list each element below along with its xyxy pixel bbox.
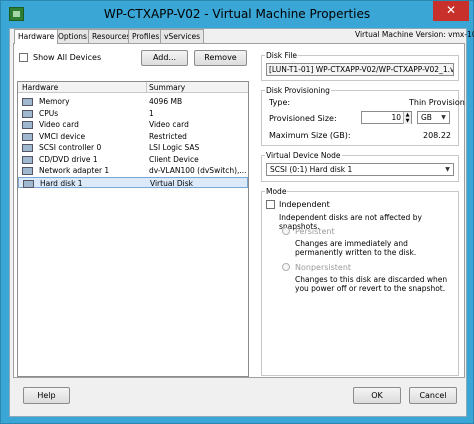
dialog-client-area: Hardware Options Resources Profiles vSer… bbox=[9, 28, 474, 417]
hardware-row-name: Network adapter 1 bbox=[39, 166, 110, 175]
persistent-label: Persistent bbox=[295, 227, 335, 236]
hardware-row-summary: 1 bbox=[149, 108, 154, 118]
show-all-devices-label: Show All Devices bbox=[33, 53, 102, 62]
hardware-row-hard-disk[interactable]: Hard disk 1 Virtual Disk bbox=[18, 176, 248, 188]
nonpersistent-radio[interactable] bbox=[282, 263, 290, 271]
persistent-radio[interactable] bbox=[282, 227, 290, 235]
disk-file-title: Disk File bbox=[265, 51, 299, 60]
virtual-device-node-title: Virtual Device Node bbox=[265, 151, 342, 160]
hardware-row-name: CPUs bbox=[39, 108, 59, 118]
show-all-devices-checkbox[interactable] bbox=[19, 53, 28, 62]
hardware-row-vmci[interactable]: VMCI device Restricted bbox=[18, 131, 248, 143]
hardware-row-summary: Client Device bbox=[149, 154, 199, 164]
column-header-summary[interactable]: Summary bbox=[149, 83, 185, 92]
hardware-tab-panel: Show All Devices Add... Remove Hardware … bbox=[13, 43, 465, 378]
independent-checkbox[interactable] bbox=[266, 200, 275, 209]
hardware-row-name: Memory bbox=[39, 97, 70, 106]
network-icon bbox=[22, 167, 33, 175]
tab-vservices[interactable]: vServices bbox=[160, 29, 205, 43]
hardware-row-video-card[interactable]: Video card Video card bbox=[18, 119, 248, 131]
nonpersistent-description: Changes to this disk are discarded when … bbox=[295, 275, 448, 293]
virtual-device-node-select[interactable]: SCSI (0:1) Hard disk 1 ▼ bbox=[266, 163, 454, 176]
cancel-button[interactable]: Cancel bbox=[409, 387, 457, 404]
tab-profiles[interactable]: Profiles bbox=[128, 29, 164, 43]
hardware-row-summary: Video card bbox=[149, 120, 189, 129]
column-header-hardware[interactable]: Hardware bbox=[22, 83, 58, 92]
close-button[interactable]: ✕ bbox=[433, 1, 469, 21]
hardware-row-summary: Restricted bbox=[149, 131, 187, 141]
persistent-description: Changes are immediately and permanently … bbox=[295, 239, 417, 257]
disk-file-path-field[interactable]: [LUN-T1-01] WP-CTXAPP-V02/WP-CTXAPP-V02_… bbox=[266, 63, 454, 76]
disk-file-group: Disk File [LUN-T1-01] WP-CTXAPP-V02/WP-C… bbox=[261, 51, 459, 81]
chevron-down-icon: ▼ bbox=[441, 114, 446, 121]
hardware-row-memory[interactable]: Memory 4096 MB bbox=[18, 96, 248, 108]
size-unit-select[interactable]: GB ▼ bbox=[417, 111, 450, 124]
memory-icon bbox=[22, 98, 33, 106]
hardware-row-summary: Virtual Disk bbox=[150, 178, 194, 188]
video-card-icon bbox=[22, 121, 33, 129]
title-bar[interactable]: WP-CTXAPP-V02 - Virtual Machine Properti… bbox=[1, 1, 473, 28]
hardware-list-header: Hardware Summary bbox=[18, 82, 248, 93]
provisioned-size-input[interactable]: 10 ▲ ▼ bbox=[361, 111, 412, 124]
provisioning-type-value: Thin Provision bbox=[409, 98, 465, 107]
hardware-row-name: CD/DVD drive 1 bbox=[39, 154, 98, 164]
provisioned-size-value: 10 bbox=[391, 113, 401, 122]
column-divider bbox=[146, 82, 147, 93]
remove-device-button[interactable]: Remove bbox=[194, 50, 247, 66]
provisioning-type-label: Type: bbox=[269, 98, 291, 107]
scsi-icon bbox=[22, 144, 33, 152]
virtual-device-node-value: SCSI (0:1) Hard disk 1 bbox=[270, 165, 353, 174]
nonpersistent-label: Nonpersistent bbox=[295, 263, 352, 272]
tab-options[interactable]: Options bbox=[54, 29, 91, 43]
hardware-row-name: Hard disk 1 bbox=[40, 178, 83, 188]
hardware-row-scsi-controller[interactable]: SCSI controller 0 LSI Logic SAS bbox=[18, 142, 248, 154]
hardware-row-name: VMCI device bbox=[39, 131, 86, 141]
cd-dvd-icon bbox=[22, 155, 33, 164]
hardware-row-summary: dv-VLAN100 (dvSwitch),... bbox=[149, 166, 247, 175]
hardware-row-network-adapter[interactable]: Network adapter 1 dv-VLAN100 (dvSwitch),… bbox=[18, 165, 248, 177]
tab-hardware[interactable]: Hardware bbox=[14, 29, 59, 44]
hardware-row-summary: 4096 MB bbox=[149, 97, 183, 106]
hardware-row-summary: LSI Logic SAS bbox=[149, 143, 200, 152]
chevron-down-icon: ▼ bbox=[445, 166, 450, 173]
size-spinner[interactable]: ▲ ▼ bbox=[403, 112, 411, 124]
hardware-list[interactable]: Hardware Summary Memory 4096 MB CPUs 1 V… bbox=[17, 81, 249, 377]
vm-version-label: Virtual Machine Version: vmx-10 bbox=[355, 30, 474, 39]
hardware-row-name: Video card bbox=[39, 120, 79, 129]
provisioned-size-label: Provisioned Size: bbox=[269, 114, 337, 123]
maximum-size-label: Maximum Size (GB): bbox=[269, 131, 351, 140]
virtual-device-node-group: Virtual Device Node SCSI (0:1) Hard disk… bbox=[261, 151, 459, 182]
hardware-row-name: SCSI controller 0 bbox=[39, 143, 102, 152]
window-title: WP-CTXAPP-V02 - Virtual Machine Properti… bbox=[103, 7, 371, 21]
ok-button[interactable]: OK bbox=[353, 387, 401, 404]
maximum-size-value: 208.22 bbox=[423, 131, 451, 140]
mode-group: Mode Independent Independent disks are n… bbox=[261, 187, 459, 376]
hardware-row-cd-dvd[interactable]: CD/DVD drive 1 Client Device bbox=[18, 154, 248, 166]
hard-disk-icon bbox=[23, 179, 34, 188]
vmci-icon bbox=[22, 132, 33, 141]
add-device-button[interactable]: Add... bbox=[141, 50, 188, 66]
hardware-row-cpus[interactable]: CPUs 1 bbox=[18, 108, 248, 120]
mode-title: Mode bbox=[265, 187, 288, 196]
vm-properties-window: WP-CTXAPP-V02 - Virtual Machine Properti… bbox=[0, 0, 474, 424]
cpu-icon bbox=[22, 109, 33, 118]
disk-provisioning-title: Disk Provisioning bbox=[265, 86, 331, 95]
size-unit-value: GB bbox=[421, 113, 432, 122]
disk-provisioning-group: Disk Provisioning Type: Thin Provision P… bbox=[261, 86, 465, 146]
help-button[interactable]: Help bbox=[23, 387, 70, 404]
independent-label: Independent bbox=[279, 200, 330, 209]
